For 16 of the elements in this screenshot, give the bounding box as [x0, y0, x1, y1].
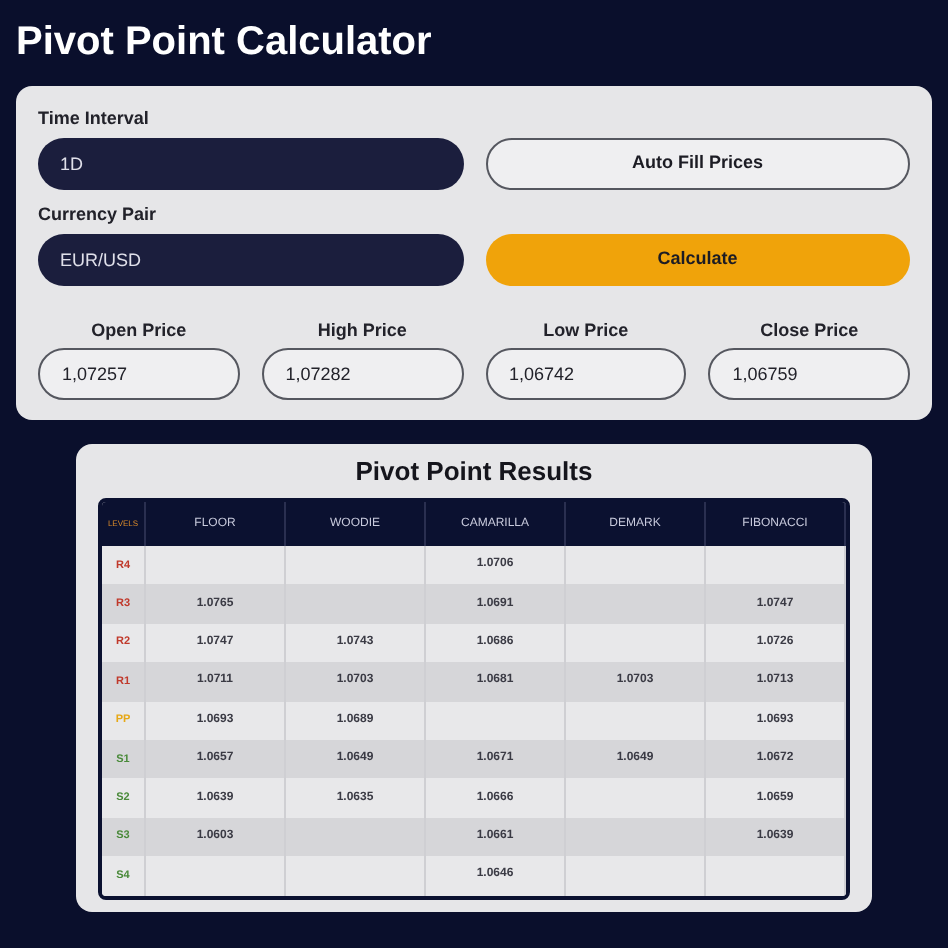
auto-fill-button[interactable]: Auto Fill Prices — [485, 138, 910, 190]
page-title: Pivot Point Calculator — [16, 18, 434, 68]
field-label: Time Interval — [38, 106, 151, 130]
select-field[interactable]: EUR/USD — [38, 234, 463, 286]
price-label: High Price — [317, 318, 407, 342]
price-label: Open Price — [91, 318, 187, 342]
price-label: Low Price — [543, 318, 629, 342]
field-label: Currency Pair — [38, 202, 159, 226]
price-field[interactable]: 1,06742 — [485, 348, 687, 400]
price-field[interactable]: 1,07282 — [261, 348, 463, 400]
price-field[interactable]: 1,06759 — [708, 348, 910, 400]
calculate-button[interactable]: Calculate — [485, 234, 910, 286]
price-label: Close Price — [760, 318, 859, 342]
price-field[interactable]: 1,07257 — [38, 348, 240, 400]
results-title: Pivot Point Results — [353, 456, 595, 488]
select-field[interactable]: 1D — [38, 138, 463, 190]
